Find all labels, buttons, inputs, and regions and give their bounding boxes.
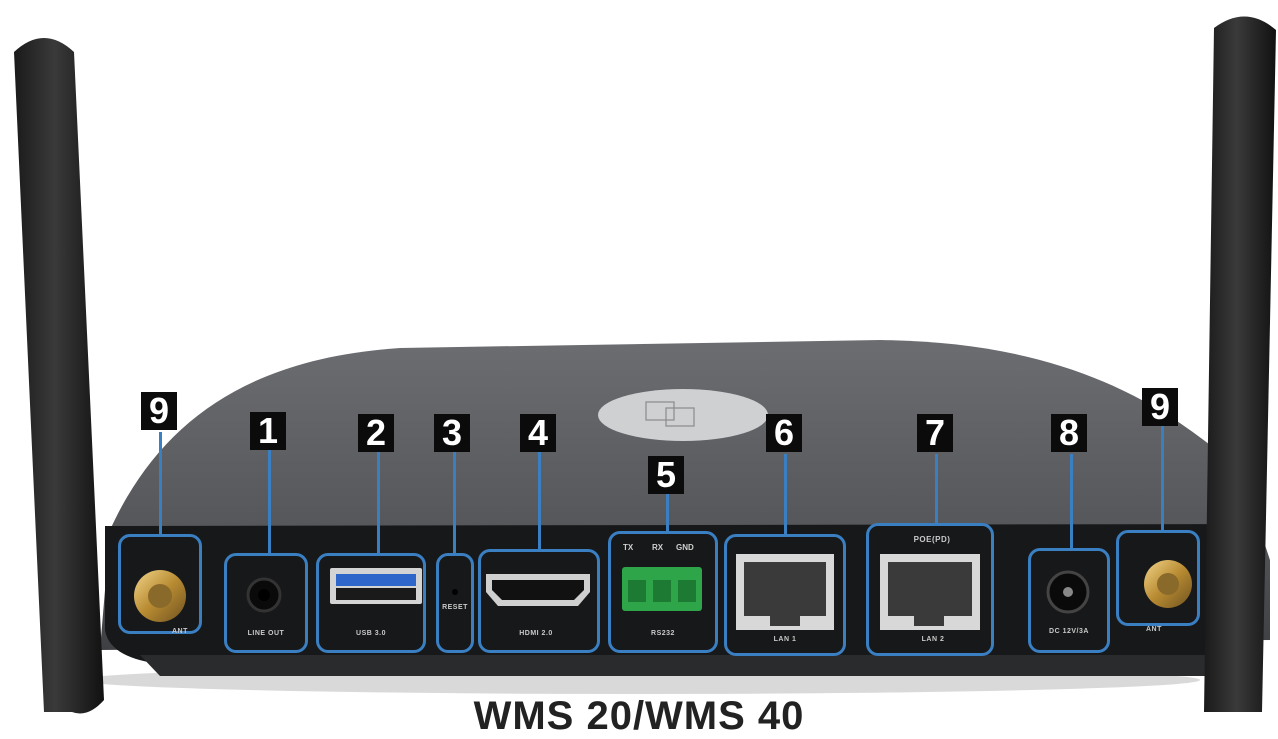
port-label-line-out: LINE OUT	[247, 630, 285, 637]
port-label-hdmi: HDMI 2.0	[519, 630, 553, 637]
port-label-poe: POE(PD)	[913, 535, 951, 544]
callout-badge-9-left: 9	[141, 392, 177, 430]
port-label-ant-left: ANT	[172, 628, 188, 635]
port-label-usb: USB 3.0	[356, 630, 386, 637]
connector-line	[1070, 454, 1073, 548]
callout-reset	[436, 553, 474, 653]
port-label-ant-right: ANT	[1146, 626, 1162, 633]
callout-badge-3: 3	[434, 414, 470, 452]
connector-line	[159, 432, 162, 534]
callout-line-out	[224, 553, 308, 653]
port-label-rs232: RS232	[651, 630, 675, 637]
port-label-lan2: LAN 2	[921, 636, 945, 643]
connector-line	[377, 452, 380, 553]
port-label-lan1: LAN 1	[773, 636, 797, 643]
callout-badge-6: 6	[766, 414, 802, 452]
rs232-pin-tx: TX	[623, 543, 634, 552]
connector-line	[268, 446, 271, 553]
product-caption: WMS 20/WMS 40	[473, 694, 805, 738]
callout-badge-2: 2	[358, 414, 394, 452]
callout-badge-8: 8	[1051, 414, 1087, 452]
connector-line	[666, 494, 669, 531]
logo-disc	[598, 389, 768, 441]
callout-hdmi	[478, 549, 600, 653]
left-antenna	[14, 38, 104, 714]
connector-line	[1161, 426, 1164, 530]
callout-badge-9-right: 9	[1142, 388, 1178, 426]
connector-line	[935, 454, 938, 523]
callout-ant-right	[1116, 530, 1200, 626]
port-label-dc: DC 12V/3A	[1049, 628, 1089, 635]
callout-dc	[1028, 548, 1110, 653]
connector-line	[538, 452, 541, 549]
port-label-reset: RESET	[442, 604, 468, 611]
callout-usb	[316, 553, 426, 653]
callout-badge-4: 4	[520, 414, 556, 452]
callout-badge-1: 1	[250, 412, 286, 450]
callout-badge-5: 5	[648, 456, 684, 494]
callout-badge-7: 7	[917, 414, 953, 452]
device-base	[140, 655, 1230, 676]
connector-line	[784, 454, 787, 534]
callout-ant-left	[118, 534, 202, 634]
connector-line	[453, 452, 456, 553]
rs232-pin-gnd: GND	[676, 543, 694, 552]
rs232-pin-rx: RX	[652, 543, 664, 552]
